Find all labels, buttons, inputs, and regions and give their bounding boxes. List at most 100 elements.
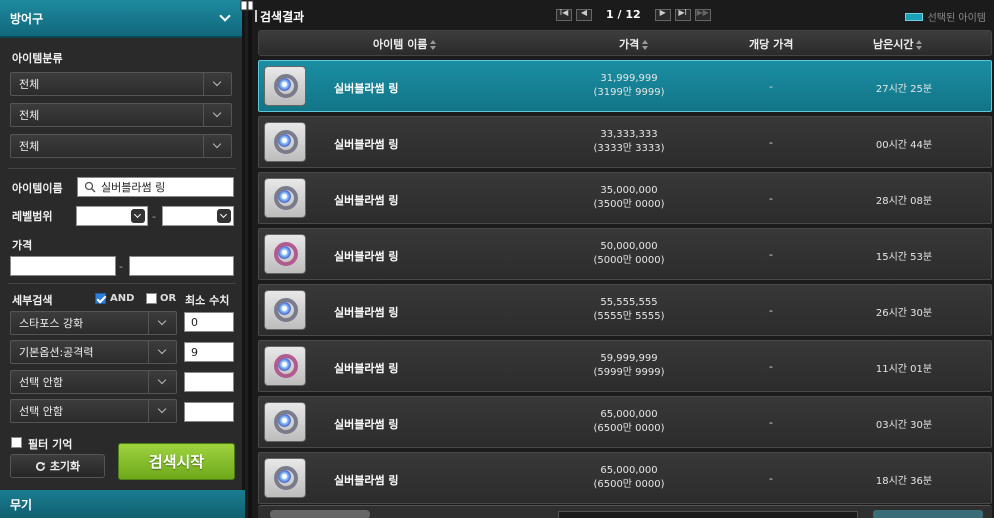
- divider: [8, 168, 236, 169]
- category-header-armor[interactable]: 방어구: [0, 0, 242, 38]
- results-title: 검색결과: [254, 10, 305, 24]
- category-header-weapon[interactable]: 무기: [0, 490, 245, 518]
- row-unit-price: -: [769, 136, 773, 149]
- col-price-label: 가격: [619, 38, 640, 51]
- bottom-tab[interactable]: [270, 510, 370, 518]
- level-min-select[interactable]: [76, 206, 148, 226]
- search-start-button[interactable]: 검색시작: [118, 443, 235, 480]
- chevron-down-icon[interactable]: [217, 209, 231, 223]
- or-checkbox[interactable]: [146, 293, 157, 304]
- last-page-button[interactable]: ▶I: [674, 7, 691, 21]
- next-page-icon: ▶: [659, 7, 666, 17]
- last-page-icon: ▶I: [678, 7, 687, 17]
- result-row[interactable]: 실버블라썸 링 35,000,000 (3500만 0000) - 28시간 08분: [258, 172, 992, 224]
- and-checkbox[interactable]: [95, 293, 106, 304]
- row-price: 65,000,000 (6500만 0000): [539, 408, 719, 436]
- row-item-name: 실버블라썸 링: [334, 362, 399, 375]
- detail-option-3-value: 선택 안함: [19, 376, 63, 389]
- detail-value-input-3[interactable]: [184, 372, 234, 392]
- ring-icon: [264, 458, 306, 498]
- price-min-input[interactable]: [10, 256, 116, 276]
- chevron-down-icon[interactable]: [203, 73, 231, 95]
- reset-label: 초기화: [49, 460, 81, 473]
- result-row[interactable]: 실버블라썸 링 65,000,000 (6500만 0000) - 18시간 36분: [258, 452, 992, 504]
- row-unit-price: -: [769, 304, 773, 317]
- ring-icon: [264, 66, 306, 106]
- row-price-man: (6500만 0000): [593, 479, 665, 490]
- prev-page-icon: ◀: [580, 7, 588, 17]
- result-row[interactable]: 실버블라썸 링 50,000,000 (5000만 0000) - 15시간 53분: [258, 228, 992, 280]
- level-range-label: 레벨범위: [12, 210, 53, 223]
- ring-icon: [264, 290, 306, 330]
- detail-option-select-1[interactable]: 스타포스 강화: [10, 311, 177, 335]
- level-max-select[interactable]: [162, 206, 234, 226]
- row-time-left: 15시간 53분: [875, 252, 933, 263]
- end-page-button[interactable]: ▶▶: [694, 7, 711, 21]
- prev-page-button[interactable]: ◀: [576, 7, 592, 21]
- refresh-icon: [35, 461, 45, 471]
- row-price-value: 31,999,999: [600, 73, 658, 84]
- result-row[interactable]: 실버블라썸 링 33,333,333 (3333만 3333) - 00시간 44분: [258, 116, 992, 168]
- divider: [248, 0, 252, 518]
- detail-value-1: 0: [191, 315, 198, 329]
- first-page-button[interactable]: I◀: [556, 8, 572, 21]
- row-time-left: 11시간 01분: [875, 364, 933, 375]
- chevron-down-icon[interactable]: [218, 11, 232, 25]
- min-value-label: 최소 수치: [185, 294, 230, 307]
- item-name-label: 아이템이름: [12, 182, 63, 195]
- row-item-name: 실버블라썸 링: [334, 138, 399, 151]
- class-select-1[interactable]: 전체: [10, 72, 232, 96]
- detail-value-input-2[interactable]: 9: [184, 342, 234, 362]
- chevron-down-icon[interactable]: [148, 341, 176, 363]
- row-price-value: 55,555,555: [600, 297, 658, 308]
- end-page-icon: ▶▶: [696, 7, 709, 17]
- row-unit-price: -: [769, 416, 773, 429]
- detail-option-select-4[interactable]: 선택 안함: [10, 399, 177, 423]
- range-dash: -: [152, 210, 156, 223]
- class-select-2-value: 전체: [19, 109, 40, 122]
- class-select-1-value: 전체: [19, 78, 40, 91]
- detail-option-2-value: 기본옵션:공격력: [19, 346, 94, 359]
- col-item-name[interactable]: 아이템 이름: [373, 36, 437, 52]
- row-unit-price: -: [769, 360, 773, 373]
- chevron-down-icon[interactable]: [148, 312, 176, 334]
- price-max-input[interactable]: [129, 256, 234, 276]
- chevron-down-icon[interactable]: [203, 135, 231, 157]
- bottom-button[interactable]: [873, 510, 983, 518]
- row-price-value: 33,333,333: [600, 129, 658, 140]
- row-price-man: (6500만 0000): [593, 423, 665, 434]
- chevron-down-icon[interactable]: [203, 104, 231, 126]
- row-price-value: 65,000,000: [600, 465, 658, 476]
- pagination: I◀ ◀ 1 / 12 ▶ ▶I ▶▶: [556, 8, 711, 21]
- class-select-3[interactable]: 전체: [10, 134, 232, 158]
- table-header: 아이템 이름 가격 개당 가격 남은시간: [258, 30, 992, 56]
- item-name-input[interactable]: 실버블라썸 링: [77, 177, 234, 197]
- bottom-bar: [258, 505, 992, 518]
- row-time-left: 26시간 30분: [875, 308, 933, 319]
- row-price: 31,999,999 (3199만 9999): [539, 72, 719, 100]
- next-page-button[interactable]: ▶: [654, 7, 671, 21]
- row-item-name: 실버블라썸 링: [334, 418, 399, 431]
- row-price-value: 35,000,000: [600, 185, 658, 196]
- bottom-field[interactable]: [558, 511, 858, 518]
- detail-option-select-2[interactable]: 기본옵션:공격력: [10, 340, 177, 364]
- weapon-title: 무기: [10, 497, 33, 512]
- result-row[interactable]: 실버블라썸 링 31,999,999 (3199만 9999) - 27시간 25분: [258, 60, 992, 112]
- selected-legend-label: 선택된 아이템: [927, 13, 986, 24]
- detail-option-select-3[interactable]: 선택 안함: [10, 370, 177, 394]
- reset-button[interactable]: 초기화: [10, 454, 105, 478]
- result-row[interactable]: 실버블라썸 링 65,000,000 (6500만 0000) - 03시간 30분: [258, 396, 992, 448]
- col-price[interactable]: 가격: [619, 36, 649, 52]
- detail-value-input-4[interactable]: [184, 402, 234, 422]
- result-row[interactable]: 실버블라썸 링 55,555,555 (5555만 5555) - 26시간 30분: [258, 284, 992, 336]
- row-time-left: 27시간 25분: [875, 84, 933, 95]
- chevron-down-icon[interactable]: [148, 400, 176, 422]
- result-row[interactable]: 실버블라썸 링 59,999,999 (5999만 9999) - 11시간 01분: [258, 340, 992, 392]
- col-time-left[interactable]: 남은시간: [873, 36, 923, 52]
- detail-value-input-1[interactable]: 0: [184, 312, 234, 332]
- chevron-down-icon[interactable]: [148, 371, 176, 393]
- remember-filter-checkbox[interactable]: [11, 437, 22, 448]
- class-select-2[interactable]: 전체: [10, 103, 232, 127]
- col-unit-price[interactable]: 개당 가격: [749, 36, 793, 52]
- chevron-down-icon[interactable]: [131, 209, 145, 223]
